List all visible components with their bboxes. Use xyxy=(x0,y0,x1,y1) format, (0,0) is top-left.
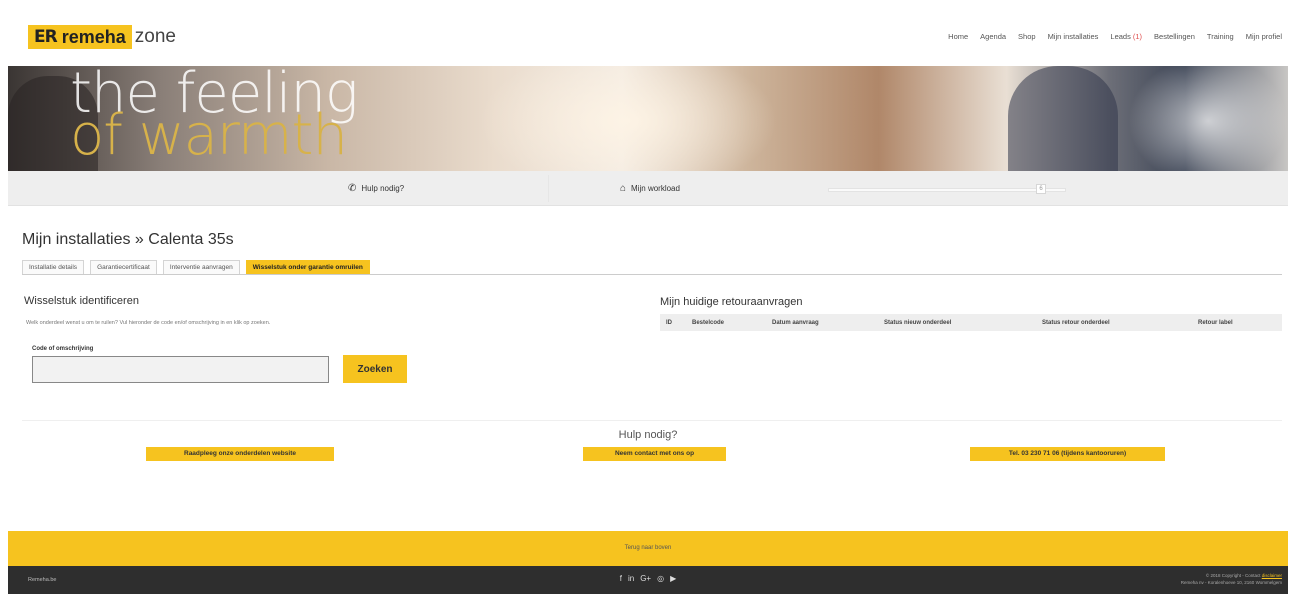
returns-title: Mijn huidige retouraanvragen xyxy=(660,296,803,308)
copyright-line: © 2018 Copyright - Contact disclaimer xyxy=(1181,572,1282,579)
installation-tabs: Installatie details Garantiecertificaat … xyxy=(22,260,1282,275)
identify-title: Wisselstuk identificeren xyxy=(24,295,139,307)
logo-suffix: zone xyxy=(134,26,176,47)
facebook-icon[interactable]: f xyxy=(620,574,622,583)
contact-button[interactable]: Neem contact met ons op xyxy=(583,447,726,461)
site-header: ER remeha zone Home Agenda Shop Mijn ins… xyxy=(8,8,1288,66)
banner-light-right xyxy=(1128,66,1288,171)
identify-help-text: Welk onderdeel wenst u om te ruilen? Vul… xyxy=(26,320,271,326)
social-links: f in G+ ◎ ▶ xyxy=(8,574,1288,583)
page-frame: ER remeha zone Home Agenda Shop Mijn ins… xyxy=(8,8,1288,594)
col-bestelcode[interactable]: Bestelcode xyxy=(686,314,766,331)
returns-header-row: ID Bestelcode Datum aanvraag Status nieu… xyxy=(660,314,1282,331)
quick-bar: ✆ Hulp nodig? ⌂ Mijn workload 6 xyxy=(8,171,1288,206)
banner-light xyxy=(478,66,778,171)
back-to-top-link[interactable]: Terug naar boven xyxy=(8,545,1288,551)
logo-box: ER remeha xyxy=(28,25,132,49)
workload-label: Mijn workload xyxy=(631,184,680,193)
leads-count-badge: (1) xyxy=(1132,32,1143,41)
banner-figure-right xyxy=(1008,66,1118,171)
nav-mijn-profiel[interactable]: Mijn profiel xyxy=(1246,32,1282,41)
hero-banner: the feeling of warmth xyxy=(8,66,1288,171)
parts-website-button[interactable]: Raadpleeg onze onderdelen website xyxy=(146,447,334,461)
page-title: Mijn installaties » Calenta 35s xyxy=(22,231,234,248)
workload-slider-track[interactable] xyxy=(828,188,1066,192)
nav-training[interactable]: Training xyxy=(1207,32,1234,41)
code-field-label: Code of omschrijving xyxy=(32,346,94,352)
section-divider xyxy=(22,420,1282,421)
linkedin-icon[interactable]: in xyxy=(628,574,634,583)
house-gear-icon: ⌂ xyxy=(620,183,627,194)
help-title: Hulp nodig? xyxy=(618,429,678,441)
col-status-retour[interactable]: Status retour onderdeel xyxy=(1036,314,1192,331)
nav-home[interactable]: Home xyxy=(948,32,968,41)
quickbar-divider xyxy=(548,175,549,202)
tab-garantiecertificaat[interactable]: Garantiecertificaat xyxy=(90,260,157,274)
google-plus-icon[interactable]: G+ xyxy=(640,574,651,583)
nav-agenda[interactable]: Agenda xyxy=(980,32,1006,41)
banner-tagline: the feeling of warmth xyxy=(70,66,359,168)
nav-shop[interactable]: Shop xyxy=(1018,32,1036,41)
youtube-icon[interactable]: ▶ xyxy=(670,574,676,583)
tab-interventie-aanvragen[interactable]: Interventie aanvragen xyxy=(162,260,240,274)
site-footer: Remeha.be f in G+ ◎ ▶ © 2018 Copyright -… xyxy=(8,566,1288,594)
col-id[interactable]: ID xyxy=(660,314,686,331)
back-to-top-bar: Terug naar boven xyxy=(8,531,1288,566)
footer-legal: © 2018 Copyright - Contact disclaimer Re… xyxy=(1181,572,1282,586)
copyright-text: © 2018 Copyright - Contact xyxy=(1205,573,1261,578)
help-link[interactable]: ✆ Hulp nodig? xyxy=(348,183,404,194)
main-nav: Home Agenda Shop Mijn installaties Leads… xyxy=(948,32,1282,41)
workload-link[interactable]: ⌂ Mijn workload xyxy=(620,183,680,194)
code-search-input[interactable] xyxy=(32,356,329,383)
search-button[interactable]: Zoeken xyxy=(343,355,407,383)
tab-wisselstuk-omruilen[interactable]: Wisselstuk onder garantie omruilen xyxy=(245,260,370,274)
logo-mark: ER xyxy=(34,27,58,47)
phone-icon: ✆ xyxy=(348,183,357,194)
col-retour-label[interactable]: Retour label xyxy=(1192,314,1282,331)
returns-table: ID Bestelcode Datum aanvraag Status nieu… xyxy=(660,314,1282,331)
instagram-icon[interactable]: ◎ xyxy=(657,574,664,583)
col-status-nieuw[interactable]: Status nieuw onderdeel xyxy=(878,314,1036,331)
col-datum-aanvraag[interactable]: Datum aanvraag xyxy=(766,314,878,331)
footer-address: Remeha nv - Koralenhoeve 10, 2160 Wommel… xyxy=(1180,580,1282,585)
logo-brand: remeha xyxy=(61,26,126,47)
workload-slider-handle[interactable]: 6 xyxy=(1036,184,1046,194)
nav-bestellingen[interactable]: Bestellingen xyxy=(1154,32,1195,41)
remeha-zone-logo[interactable]: ER remeha zone xyxy=(28,24,176,50)
tab-installatie-details[interactable]: Installatie details xyxy=(22,260,85,274)
nav-mijn-installaties[interactable]: Mijn installaties xyxy=(1048,32,1099,41)
disclaimer-link[interactable]: disclaimer xyxy=(1262,573,1282,578)
help-link-label: Hulp nodig? xyxy=(361,184,405,193)
tagline-line-2: of warmth xyxy=(70,103,348,168)
nav-leads-label: Leads xyxy=(1110,32,1131,41)
phone-button[interactable]: Tel. 03 230 71 06 (tijdens kantooruren) xyxy=(970,447,1165,461)
nav-leads[interactable]: Leads (1) xyxy=(1110,32,1142,41)
